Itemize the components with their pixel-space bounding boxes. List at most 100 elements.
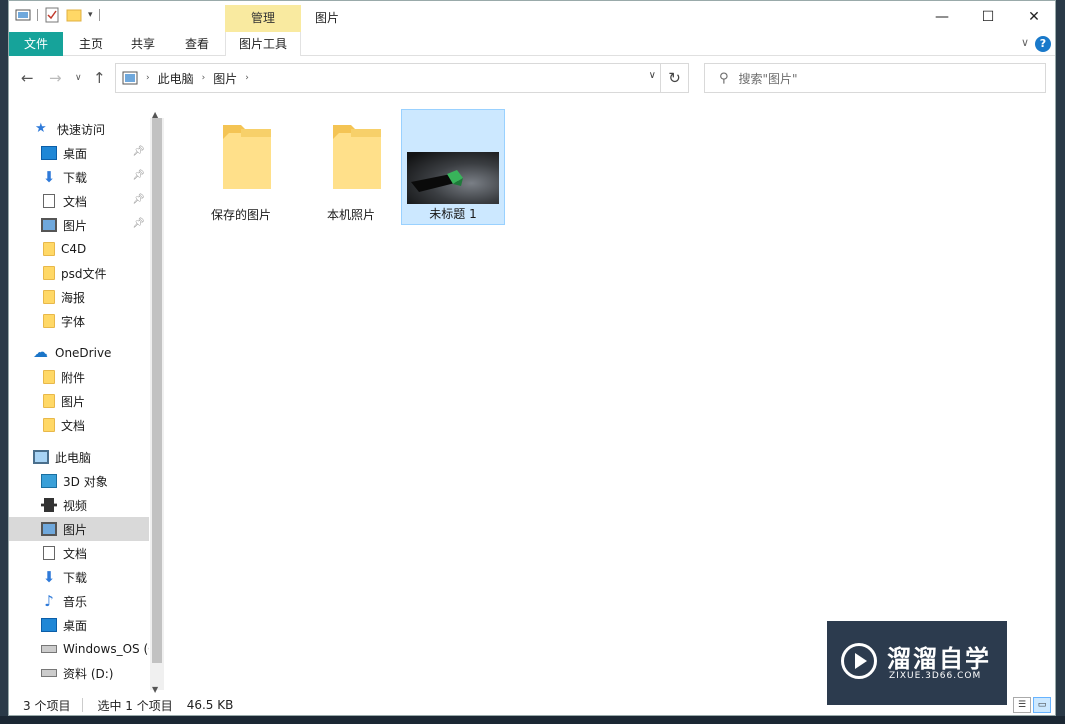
sidebar-item-label: 桌面: [63, 618, 88, 633]
address-dropdown-icon[interactable]: ∨: [649, 70, 656, 81]
sidebar-item-label: 图片: [63, 522, 88, 537]
sidebar-item-pc-pictures[interactable]: 图片: [9, 517, 149, 541]
image-thumbnail-graphic: [411, 170, 463, 192]
maximize-button[interactable]: ☐: [965, 1, 1011, 32]
drive-icon: [41, 669, 57, 677]
sidebar-item-label: 3D 对象: [63, 474, 108, 489]
help-icon[interactable]: ?: [1035, 36, 1051, 52]
sidebar-item-psd[interactable]: psd文件: [9, 261, 149, 285]
chevron-down-icon[interactable]: ∨: [1021, 36, 1029, 49]
quick-access-toolbar: ▾: [15, 7, 100, 23]
tab-picture-tools[interactable]: 图片工具: [225, 32, 301, 56]
tab-share[interactable]: 共享: [119, 32, 167, 56]
tab-home[interactable]: 主页: [67, 32, 115, 56]
close-button[interactable]: ✕: [1011, 1, 1057, 32]
pin-icon[interactable]: 📌︎: [132, 194, 145, 205]
item-label: 保存的图片: [210, 208, 271, 222]
sidebar-item-attachments[interactable]: 附件: [9, 365, 149, 389]
pin-icon[interactable]: 📌︎: [132, 146, 145, 157]
large-icons-view-icon[interactable]: ▭: [1033, 697, 1051, 713]
sidebar-item-onedrive-pictures[interactable]: 图片: [9, 389, 149, 413]
cloud-icon: ☁: [33, 343, 48, 361]
breadcrumb-chevron-icon[interactable]: ›: [245, 73, 249, 83]
pictures-icon: [41, 522, 57, 536]
item-label: 本机照片: [326, 208, 375, 222]
sidebar-item-label: 下载: [63, 570, 88, 585]
sidebar-item-fonts[interactable]: 字体: [9, 309, 149, 333]
search-placeholder: 搜索"图片": [738, 71, 798, 86]
sidebar-item-pc-documents[interactable]: 文档: [9, 541, 149, 565]
desktop-icon: [41, 618, 57, 632]
sidebar-item-pc-desktop[interactable]: 桌面: [9, 613, 149, 637]
sidebar-item-label: 文档: [63, 546, 88, 561]
image-thumbnail: [407, 152, 499, 204]
minimize-button[interactable]: —: [919, 1, 965, 32]
sidebar-item-desktop[interactable]: 桌面 📌︎: [9, 141, 149, 165]
tab-view[interactable]: 查看: [173, 32, 221, 56]
sidebar-item-downloads[interactable]: ⬇ 下载 📌︎: [9, 165, 149, 189]
customize-toolbar-icon[interactable]: ▾: [88, 10, 93, 20]
manage-context-tab[interactable]: 管理: [225, 5, 301, 32]
refresh-icon[interactable]: ↻: [660, 64, 688, 92]
pin-icon[interactable]: 📌︎: [132, 170, 145, 181]
breadcrumb-this-pc[interactable]: 此电脑: [158, 70, 194, 87]
sidebar-item-music[interactable]: ♪ 音乐: [9, 589, 149, 613]
sidebar-item-label: 图片: [61, 394, 86, 409]
navigation-bar: ← → ∨ ↑ › 此电脑 › 图片 › ∨ ↻ ⚲ 搜索"图片": [9, 61, 1055, 97]
pin-icon[interactable]: 📌︎: [132, 218, 145, 229]
window-title: 图片: [315, 11, 340, 25]
sidebar-item-videos[interactable]: 视频: [9, 493, 149, 517]
sidebar-item-label: 文档: [63, 194, 88, 209]
tab-file[interactable]: 文件: [9, 32, 63, 56]
status-divider: [82, 698, 84, 712]
folder-icon: [43, 242, 55, 256]
list-item[interactable]: 未标题 1: [401, 109, 505, 225]
breadcrumb-pictures[interactable]: 图片: [213, 70, 237, 87]
3d-objects-icon: [41, 474, 57, 488]
list-item[interactable]: 本机照片: [299, 109, 403, 225]
sidebar-item-documents[interactable]: 文档 📌︎: [9, 189, 149, 213]
list-item[interactable]: 保存的图片: [189, 109, 293, 225]
item-label: 未标题 1: [429, 207, 477, 221]
sidebar-item-3d-objects[interactable]: 3D 对象: [9, 469, 149, 493]
forward-arrow-icon[interactable]: →: [49, 69, 62, 87]
sidebar-item-label: 此电脑: [55, 450, 92, 465]
breadcrumb-chevron-icon[interactable]: ›: [146, 73, 150, 83]
search-input[interactable]: ⚲ 搜索"图片": [704, 63, 1046, 93]
sidebar-scrollbar[interactable]: ▲ ▼: [150, 110, 164, 694]
back-arrow-icon[interactable]: ←: [21, 69, 34, 87]
sidebar-item-posters[interactable]: 海报: [9, 285, 149, 309]
sidebar-item-c4d[interactable]: C4D: [9, 237, 149, 261]
scrollbar-thumb[interactable]: [152, 118, 162, 663]
sidebar-item-this-pc[interactable]: 此电脑: [9, 445, 149, 469]
sidebar-item-label: 图片: [63, 218, 88, 233]
sidebar-item-label: 桌面: [63, 146, 88, 161]
sidebar-item-onedrive-documents[interactable]: 文档: [9, 413, 149, 437]
drive-icon: [41, 645, 57, 653]
recent-locations-icon[interactable]: ∨: [75, 73, 82, 83]
title-bar: ▾ 管理 图片 — ☐ ✕: [9, 1, 1055, 32]
sidebar-item-pc-downloads[interactable]: ⬇ 下载: [9, 565, 149, 589]
up-arrow-icon[interactable]: ↑: [93, 69, 106, 87]
sidebar-item-pictures[interactable]: 图片 📌︎: [9, 213, 149, 237]
sidebar-item-label: 视频: [63, 498, 88, 513]
sidebar-item-label: 资料 (D:): [63, 666, 114, 681]
window-icon[interactable]: [15, 7, 31, 23]
folder-icon: [43, 290, 55, 304]
navigation-pane: ★ 快速访问 桌面 📌︎ ⬇ 下载 📌︎ 文档 📌︎ 图片 📌︎ C4D psd…: [9, 111, 149, 691]
music-icon: ♪: [44, 592, 54, 610]
sidebar-item-label: 快速访问: [57, 122, 106, 137]
sidebar-item-quick-access[interactable]: ★ 快速访问: [9, 117, 149, 141]
play-logo-icon: [841, 643, 877, 679]
breadcrumb-chevron-icon[interactable]: ›: [202, 73, 206, 83]
toolbar-divider: [98, 9, 100, 21]
sidebar-item-drive-c[interactable]: Windows_OS (C: [9, 637, 149, 661]
sidebar-item-drive-d[interactable]: 资料 (D:): [9, 661, 149, 685]
new-folder-icon[interactable]: [66, 7, 82, 23]
sidebar-item-label: C4D: [61, 242, 87, 256]
details-view-icon[interactable]: ☰: [1013, 697, 1031, 713]
address-bar[interactable]: › 此电脑 › 图片 › ∨ ↻: [115, 63, 689, 93]
taskbar[interactable]: [0, 716, 1065, 724]
sidebar-item-onedrive[interactable]: ☁ OneDrive: [9, 341, 149, 365]
properties-icon[interactable]: [44, 7, 60, 23]
